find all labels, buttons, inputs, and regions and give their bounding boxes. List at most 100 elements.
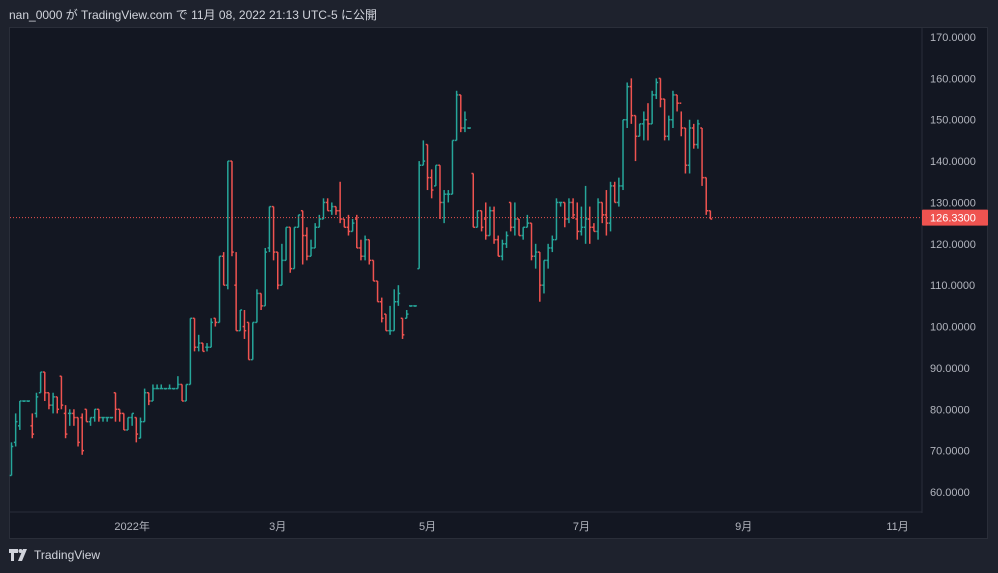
bar-open-tick (454, 139, 457, 142)
ohlc-bar (417, 161, 421, 270)
time-tick-label: 7月 (573, 521, 590, 533)
bar-range (98, 409, 100, 422)
ohlc-bar (267, 205, 272, 253)
bar-range (497, 235, 499, 257)
bar-range (393, 289, 395, 331)
bar-range (401, 318, 404, 339)
bar-range (56, 396, 59, 414)
bar-open-tick (583, 226, 586, 229)
bar-range (139, 417, 142, 439)
ohlc-bar (604, 190, 609, 236)
bar-close-tick (485, 234, 488, 237)
bar-open-tick (483, 218, 486, 220)
ohlc-bar (400, 317, 405, 339)
bar-close-tick (385, 329, 388, 332)
ohlc-bar (363, 235, 367, 261)
bar-open-tick (525, 226, 528, 229)
ohlc-bar (196, 334, 201, 352)
bar-range (235, 252, 237, 331)
ohlc-bar (687, 119, 692, 174)
bar-range (189, 318, 192, 385)
ohlc-bar (562, 201, 567, 228)
price-tick-label: 160.0000 (930, 73, 976, 85)
bar-range (264, 247, 267, 306)
tradingview-brand[interactable]: TradingView (9, 547, 100, 563)
bar-close-tick (539, 284, 542, 286)
chart-svg[interactable]: 60.0000 70.0000 80.0000 90.0000 100.0000 110.… (0, 0, 998, 573)
ohlc-bar (38, 371, 43, 394)
bar-open-tick (338, 209, 341, 212)
bar-open-tick (475, 226, 478, 229)
bar-open-tick (471, 172, 474, 175)
bar-close-tick (198, 342, 201, 344)
ohlc-bar (217, 255, 222, 324)
bar-range (243, 310, 246, 339)
bar-close-tick (369, 259, 372, 262)
ohlc-bar (450, 139, 455, 195)
ohlc-bar (338, 181, 342, 224)
bar-close-tick (585, 218, 588, 220)
bar-open-tick (608, 222, 611, 224)
ohlc-bar (500, 239, 505, 261)
price-tick-label: 130.0000 (930, 197, 976, 209)
bar-open-tick (587, 218, 590, 220)
ohlc-bar (63, 405, 68, 439)
bar-open-tick (683, 127, 686, 129)
ohlc-bar (504, 231, 509, 248)
bar-range (609, 181, 612, 232)
bar-range (81, 413, 83, 455)
bar-close-tick (256, 292, 259, 295)
bar-range (360, 239, 362, 261)
bar-range (376, 281, 379, 302)
ohlc-bar (708, 209, 713, 220)
bar-range (44, 372, 46, 401)
bar-close-tick (352, 222, 355, 224)
ohlc-bar (230, 160, 234, 257)
bar-close-tick (231, 251, 234, 253)
bar-open-tick (63, 412, 66, 415)
bar-range (135, 417, 138, 443)
bar-close-tick (78, 441, 80, 444)
bar-range (10, 442, 13, 476)
bar-open-tick (371, 259, 374, 262)
bar-close-tick (556, 201, 559, 204)
bar-close-tick (90, 416, 93, 419)
bar-close-tick (435, 164, 438, 166)
bar-open-tick (59, 375, 62, 377)
ohlc-bar (313, 223, 317, 249)
bar-close-tick (327, 209, 330, 212)
bar-range (372, 260, 375, 282)
bar-close-tick (689, 127, 692, 129)
bar-open-tick (567, 218, 569, 220)
bar-range (397, 285, 400, 306)
bar-open-tick (126, 429, 128, 431)
ohlc-bar (409, 305, 413, 307)
bar-open-tick (617, 201, 619, 204)
bar-close-tick (573, 214, 575, 216)
bar-close-tick (523, 226, 525, 229)
ohlc-bar (167, 384, 172, 390)
bar-close-tick (298, 214, 301, 216)
bar-close-tick (86, 420, 89, 423)
bar-range (276, 252, 279, 290)
ohlc-bar (671, 90, 675, 128)
bar-range (564, 202, 566, 228)
bar-range (343, 219, 346, 228)
ohlc-bar (26, 400, 30, 402)
ohlc-bar (126, 416, 130, 431)
bar-open-tick (409, 305, 411, 307)
bar-open-tick (442, 201, 445, 204)
bar-open-tick (513, 226, 515, 229)
bar-close-tick (494, 238, 496, 241)
bar-range (543, 260, 545, 294)
bar-open-tick (47, 391, 49, 394)
bar-range (231, 161, 233, 257)
bar-open-tick (38, 391, 41, 394)
ohlc-bar (97, 408, 101, 422)
bar-close-tick (419, 164, 421, 166)
ohlc-bar (34, 392, 39, 418)
bar-range (672, 90, 674, 128)
grid-lines (10, 28, 923, 513)
ohlc-bar (255, 289, 259, 324)
bar-open-tick (80, 416, 83, 419)
